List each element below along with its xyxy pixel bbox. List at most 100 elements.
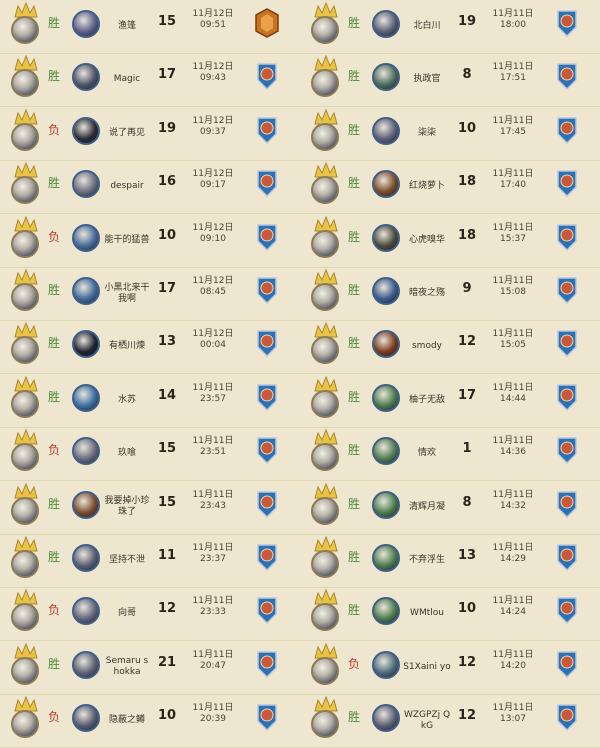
rank-badge-icon [257,651,277,678]
hero-portrait-icon [11,122,39,151]
match-row[interactable]: 胜 柚子无敌 17 11月11日 14:44 [300,374,600,428]
match-row[interactable]: 胜 清辉月凝 8 11月11日 14:32 [300,481,600,535]
match-row[interactable]: 胜 小黑北来干我啊 17 11月12日 08:45 [0,267,300,321]
rank-badge-icon [257,490,277,518]
match-time: 15:05 [500,340,526,351]
opponent-name: 我要掉小珍珠了 [104,496,150,518]
rank-badge-icon [557,651,577,678]
opponent-name: 向哥 [117,608,136,619]
turn-count: 13 [157,334,177,350]
match-result: 负 [48,229,61,244]
opponent-name: WMtlou [410,608,444,619]
match-time: 23:43 [200,500,226,511]
match-result: 胜 [348,176,361,191]
turn-count: 15 [157,441,177,457]
match-result: 胜 [348,603,361,618]
opponent-avatar [72,63,100,92]
match-result: 胜 [348,69,361,84]
match-row[interactable]: 负 隐蔽之鳟 10 11月11日 20:39 [0,694,300,748]
match-time: 08:45 [200,287,226,297]
hero-portrait-icon [311,443,339,472]
turn-count: 12 [457,334,477,350]
opponent-name: 执政官 [413,74,441,85]
match-row[interactable]: 胜 Semaru shokka 21 11月11日 20:47 [0,641,300,695]
match-row[interactable]: 胜 红烧萝卜 18 11月11日 17:40 [300,160,600,215]
match-datetime: 11月11日 17:51 [488,62,538,84]
match-time: 00:04 [200,340,226,351]
hero-portrait-icon [311,710,339,739]
match-result: 负 [348,656,361,671]
match-datetime: 11月11日 14:44 [488,383,538,405]
match-row[interactable]: 胜 情欢 1 11月11日 14:36 [300,427,600,482]
match-result: 胜 [48,496,61,511]
opponent-name: smody [411,341,442,352]
match-row[interactable]: 胜 smody 12 11月11日 15:05 [300,320,600,375]
opponent-name: 玖喰 [117,448,136,459]
match-row[interactable]: 负 能干的猛兽 10 11月12日 09:10 [0,214,300,268]
match-row[interactable]: 负 玖喰 15 11月11日 23:51 [0,427,300,482]
match-row[interactable]: 胜 不弃浮生 13 11月11日 14:29 [300,534,600,588]
match-time: 14:36 [500,447,526,458]
match-time: 17:51 [500,73,526,84]
hero-portrait-icon [311,336,339,365]
opponent-avatar [72,116,100,145]
match-datetime: 11月12日 09:51 [188,9,238,31]
match-row[interactable]: 胜 我要掉小珍珠了 15 11月11日 23:43 [0,481,300,535]
hero-portrait-icon [11,710,39,739]
match-row[interactable]: 胜 despair 16 11月12日 09:17 [0,160,300,215]
hero-portrait-icon [11,336,39,365]
match-result: 胜 [48,69,61,84]
opponent-avatar [372,704,400,733]
match-datetime: 11月11日 23:37 [188,543,238,565]
opponent-avatar [372,437,400,466]
match-result: 胜 [48,176,61,191]
turn-count: 1 [462,441,472,457]
turn-count: 14 [157,387,177,403]
match-row[interactable]: 胜 柒柒 10 11月11日 17:45 [300,107,600,161]
match-date: 11月11日 [492,382,534,393]
match-time: 23:57 [200,393,226,404]
hero-portrait-icon [311,550,339,578]
match-row[interactable]: 胜 北白川 19 11月11日 18:00 [300,0,600,54]
match-row[interactable]: 胜 Magic 17 11月12日 09:43 [0,53,300,108]
match-row[interactable]: 胜 WMtlou 10 11月11日 14:24 [300,587,600,642]
match-date: 11月11日 [192,596,234,607]
match-row[interactable]: 胜 坚持不泄 11 11月11日 23:37 [0,534,300,588]
match-row[interactable]: 胜 有栖川煉 13 11月12日 00:04 [0,320,300,375]
match-datetime: 11月12日 00:04 [188,329,238,351]
opponent-avatar [72,597,100,626]
hero-portrait-icon [311,496,339,525]
match-history: 胜 渔篷 15 11月12日 09:51 胜 Magic 17 11月12日 0… [0,0,600,748]
match-row[interactable]: 负 说了再见 19 11月12日 09:37 [0,107,300,161]
match-row[interactable]: 胜 渔篷 15 11月12日 09:51 [0,0,300,54]
match-row[interactable]: 胜 WZGPZj QkG 12 11月11日 13:07 [300,694,600,748]
match-time: 23:51 [200,447,226,458]
match-datetime: 11月11日 15:08 [488,276,538,298]
match-time: 20:39 [200,714,226,725]
hero-portrait-icon [11,603,39,632]
rank-badge-icon [257,437,277,465]
match-result: 胜 [348,710,361,725]
match-date: 11月11日 [192,436,234,447]
match-datetime: 11月11日 13:07 [488,703,538,725]
match-row[interactable]: 负 S1Xaini yo 12 11月11日 14:20 [300,641,600,695]
rank-badge-icon [557,704,577,732]
opponent-name: 心虎嗅华 [408,234,445,245]
match-row[interactable]: 负 向哥 12 11月11日 23:33 [0,587,300,642]
opponent-name: 隐蔽之鳟 [108,715,145,726]
turn-count: 12 [457,708,477,724]
match-datetime: 11月12日 09:17 [188,169,238,191]
match-result: 胜 [348,389,361,404]
rank-badge-icon [257,223,277,251]
match-row[interactable]: 胜 水苏 14 11月11日 23:57 [0,374,300,428]
opponent-avatar [372,63,400,92]
turn-count: 15 [157,14,177,29]
opponent-name: 说了再见 [108,127,145,138]
match-row[interactable]: 胜 心虎嗅华 18 11月11日 15:37 [300,214,600,268]
opponent-name: 暗夜之殇 [408,288,445,298]
turn-count: 18 [457,174,477,190]
match-date: 11月12日 [192,115,234,126]
match-row[interactable]: 胜 暗夜之殇 9 11月11日 15:08 [300,267,600,321]
turn-count: 8 [462,494,472,510]
match-row[interactable]: 胜 执政官 8 11月11日 17:51 [300,53,600,108]
